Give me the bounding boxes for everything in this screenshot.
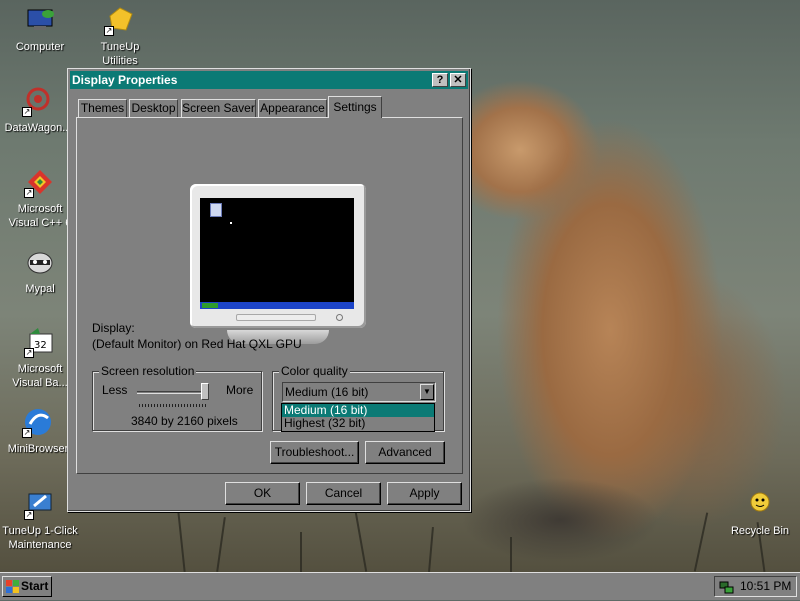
system-tray: 10:51 PM <box>714 576 797 597</box>
settings-tab-panel: Display: (Default Monitor) on Red Hat QX… <box>76 117 463 474</box>
taskbar: Start 10:51 PM <box>0 572 800 600</box>
color-option-highest[interactable]: Highest (32 bit) <box>282 417 434 430</box>
recycle-bin-icon <box>744 488 776 520</box>
visual-cpp-icon: ↗ <box>24 166 56 198</box>
help-button[interactable]: ? <box>432 73 448 87</box>
tuneup-maintenance-icon: ↗ <box>24 488 56 520</box>
troubleshoot-button[interactable]: Troubleshoot... <box>270 441 359 464</box>
tab-appearance[interactable]: Appearance <box>258 99 327 118</box>
desktop-icon-datawagon[interactable]: ↗ DataWagon... <box>0 85 76 135</box>
color-quality-select[interactable]: Medium (16 bit) ▼ <box>282 382 436 402</box>
start-button[interactable]: Start <box>2 576 52 597</box>
desktop-icon-label: Recycle Bin <box>730 525 790 537</box>
resolution-more-label: More <box>226 383 254 397</box>
dropdown-arrow-button[interactable]: ▼ <box>420 384 434 400</box>
desktop-icon-label: MiniBrowser <box>7 443 69 455</box>
close-button[interactable]: ✕ <box>450 73 466 87</box>
advanced-button[interactable]: Advanced <box>365 441 445 464</box>
dialog-title-bar[interactable]: Display Properties ? ✕ <box>70 71 468 89</box>
cancel-button[interactable]: Cancel <box>306 482 381 505</box>
tab-settings[interactable]: Settings <box>328 96 382 118</box>
resolution-value: 3840 by 2160 pixels <box>131 414 238 428</box>
display-label: Display: <box>92 321 135 335</box>
ok-button[interactable]: OK <box>225 482 300 505</box>
display-value: (Default Monitor) on Red Hat QXL GPU <box>92 337 302 351</box>
desktop-icon-label: Computer <box>15 41 65 53</box>
computer-icon <box>24 4 56 36</box>
network-icon[interactable] <box>719 579 735 601</box>
preview-cursor <box>230 222 232 224</box>
dialog-title: Display Properties <box>72 73 178 87</box>
desktop-icon-label: TuneUp 1-Click Maintenance <box>2 525 78 551</box>
monitor-screen <box>200 198 354 309</box>
windows-logo-icon <box>6 580 19 599</box>
preview-taskbar <box>200 302 354 309</box>
apply-button[interactable]: Apply <box>387 482 462 505</box>
resolution-slider-thumb[interactable] <box>201 383 209 400</box>
mypal-icon <box>24 246 56 278</box>
start-label: Start <box>21 579 49 593</box>
tab-desktop[interactable]: Desktop <box>129 99 178 118</box>
display-properties-dialog: Display Properties ? ✕ Themes Desktop Sc… <box>67 68 471 512</box>
desktop-icon-computer[interactable]: Computer <box>2 4 78 54</box>
resolution-less-label: Less <box>102 383 128 397</box>
minibrowser-icon: ↗ <box>22 406 54 438</box>
desktop-icon-label: DataWagon... <box>4 122 72 134</box>
monitor-power-button <box>336 314 343 321</box>
close-icon: ✕ <box>453 74 463 86</box>
datawagon-icon: ↗ <box>22 85 54 117</box>
tab-themes[interactable]: Themes <box>78 99 127 118</box>
desktop-icon-recycle-bin[interactable]: Recycle Bin <box>722 488 798 538</box>
color-quality-selected: Medium (16 bit) <box>285 385 369 399</box>
chevron-down-icon: ▼ <box>423 387 431 396</box>
color-quality-dropdown-list: Medium (16 bit) Highest (32 bit) <box>281 403 435 432</box>
svg-text:32: 32 <box>34 340 47 351</box>
monitor-panel <box>236 314 316 321</box>
preview-desktop-icon <box>210 203 222 217</box>
tab-screen-saver[interactable]: Screen Saver <box>181 99 256 118</box>
monitor-preview <box>190 184 366 328</box>
color-quality-title: Color quality <box>279 364 350 378</box>
desktop-icon-minibrowser[interactable]: ↗ MiniBrowser <box>0 406 76 456</box>
clock[interactable]: 10:51 PM <box>740 577 791 596</box>
screen-resolution-title: Screen resolution <box>99 364 197 378</box>
screen-resolution-group: Screen resolution Less More 3840 by 2160… <box>92 364 262 431</box>
visual-basic-icon: 32 ↗ <box>24 326 56 358</box>
resolution-slider-track[interactable] <box>137 391 207 394</box>
tuneup-icon: ↗ <box>104 4 136 36</box>
resolution-slider-ticks <box>139 404 207 407</box>
